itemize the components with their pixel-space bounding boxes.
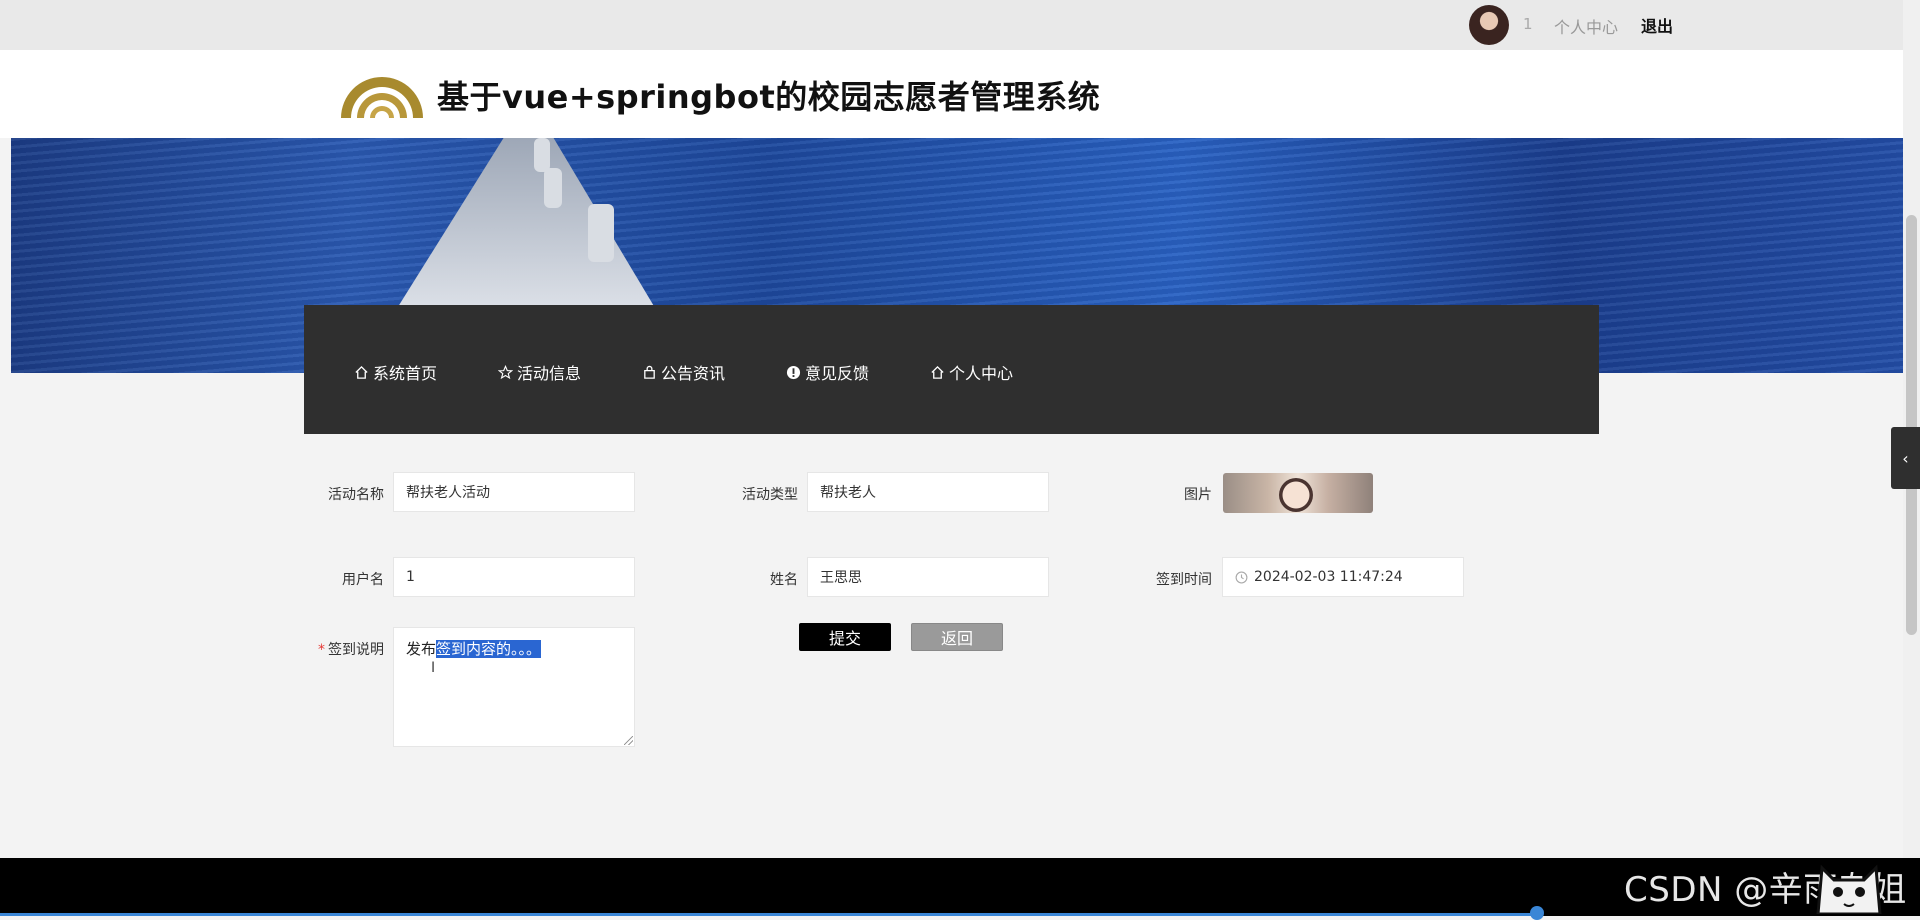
warning-icon: [786, 365, 801, 379]
checkin-time-label: 签到时间: [1156, 572, 1212, 588]
username-label: 用户名: [342, 572, 384, 588]
bag-icon: [644, 365, 655, 379]
activity-picture[interactable]: [1223, 473, 1373, 513]
checkin-note-text: 发布: [406, 640, 437, 658]
activity-type-field[interactable]: 帮扶老人: [807, 472, 1049, 512]
cat-mascot-icon: [1816, 864, 1882, 914]
submit-button[interactable]: 提交: [799, 623, 891, 651]
home-icon: [355, 365, 368, 379]
site-title: 基于vue+springbot的校园志愿者管理系统: [437, 78, 1101, 116]
username-field[interactable]: 1: [393, 557, 635, 597]
checkin-note-label: * 签到说明: [318, 639, 384, 659]
pier-image: [391, 138, 661, 318]
nav-item-label: 系统首页: [373, 364, 438, 383]
pier-post: [534, 138, 550, 172]
user-avatar[interactable]: [1469, 5, 1509, 45]
nav-item-personal-center[interactable]: 个人中心: [930, 361, 1013, 383]
site-header: 基于vue+springbot的校园志愿者管理系统: [0, 50, 1903, 138]
activity-name-value: 帮扶老人活动: [406, 485, 490, 501]
picture-label: 图片: [1184, 487, 1212, 503]
required-mark: *: [318, 642, 325, 658]
chevron-left-icon: ‹: [1902, 448, 1909, 468]
name-field[interactable]: 王思思: [807, 557, 1049, 597]
clock-icon: [1235, 571, 1248, 583]
checkin-note-selected-text: 签到内容的。。。: [436, 640, 542, 658]
personal-center-link[interactable]: 个人中心: [1554, 14, 1618, 38]
picture-face: [1279, 478, 1313, 512]
pier-post: [544, 168, 562, 208]
activity-name-field[interactable]: 帮扶老人活动: [393, 472, 635, 512]
nav-item-feedback[interactable]: 意见反馈: [786, 361, 869, 383]
star-icon: [498, 364, 513, 379]
back-button[interactable]: 返回: [911, 623, 1003, 651]
user-id: 1: [1523, 15, 1533, 33]
nav-item-label: 意见反馈: [805, 364, 870, 383]
username-value: 1: [406, 569, 415, 585]
checkin-note-label-text: 签到说明: [328, 642, 384, 658]
nav-item-label: 活动信息: [517, 364, 582, 383]
nav-item-home[interactable]: 系统首页: [354, 361, 437, 383]
main-nav: 系统首页 活动信息 公告资讯 意见反馈 个人中心: [304, 305, 1599, 434]
name-label: 姓名: [770, 572, 798, 588]
checkin-time-value: 2024-02-03 11:47:24: [1254, 569, 1403, 585]
activity-type-label: 活动类型: [742, 487, 798, 503]
home-icon: [931, 365, 944, 379]
activity-name-label: 活动名称: [328, 487, 384, 503]
top-bar: 1 个人中心 退出: [0, 0, 1920, 50]
pier-post: [588, 204, 614, 262]
text-cursor-icon: I: [431, 660, 436, 676]
resize-handle[interactable]: [624, 736, 633, 745]
progress-knob[interactable]: [1530, 906, 1544, 920]
logout-link[interactable]: 退出: [1641, 13, 1673, 37]
nav-item-label: 个人中心: [949, 364, 1014, 383]
checkin-time-picker[interactable]: 2024-02-03 11:47:24: [1222, 557, 1464, 597]
activity-type-value: 帮扶老人: [820, 485, 876, 501]
nav-item-label: 公告资讯: [661, 364, 726, 383]
scrollbar-thumb[interactable]: [1906, 215, 1917, 635]
name-value: 王思思: [820, 570, 862, 586]
checkin-note-textarea[interactable]: 发布签到内容的。。。: [393, 627, 635, 747]
nav-item-news[interactable]: 公告资讯: [642, 361, 725, 383]
nav-item-activities[interactable]: 活动信息: [498, 361, 581, 383]
side-panel-toggle[interactable]: ‹: [1891, 427, 1920, 489]
arch-logo-icon: [341, 77, 423, 118]
